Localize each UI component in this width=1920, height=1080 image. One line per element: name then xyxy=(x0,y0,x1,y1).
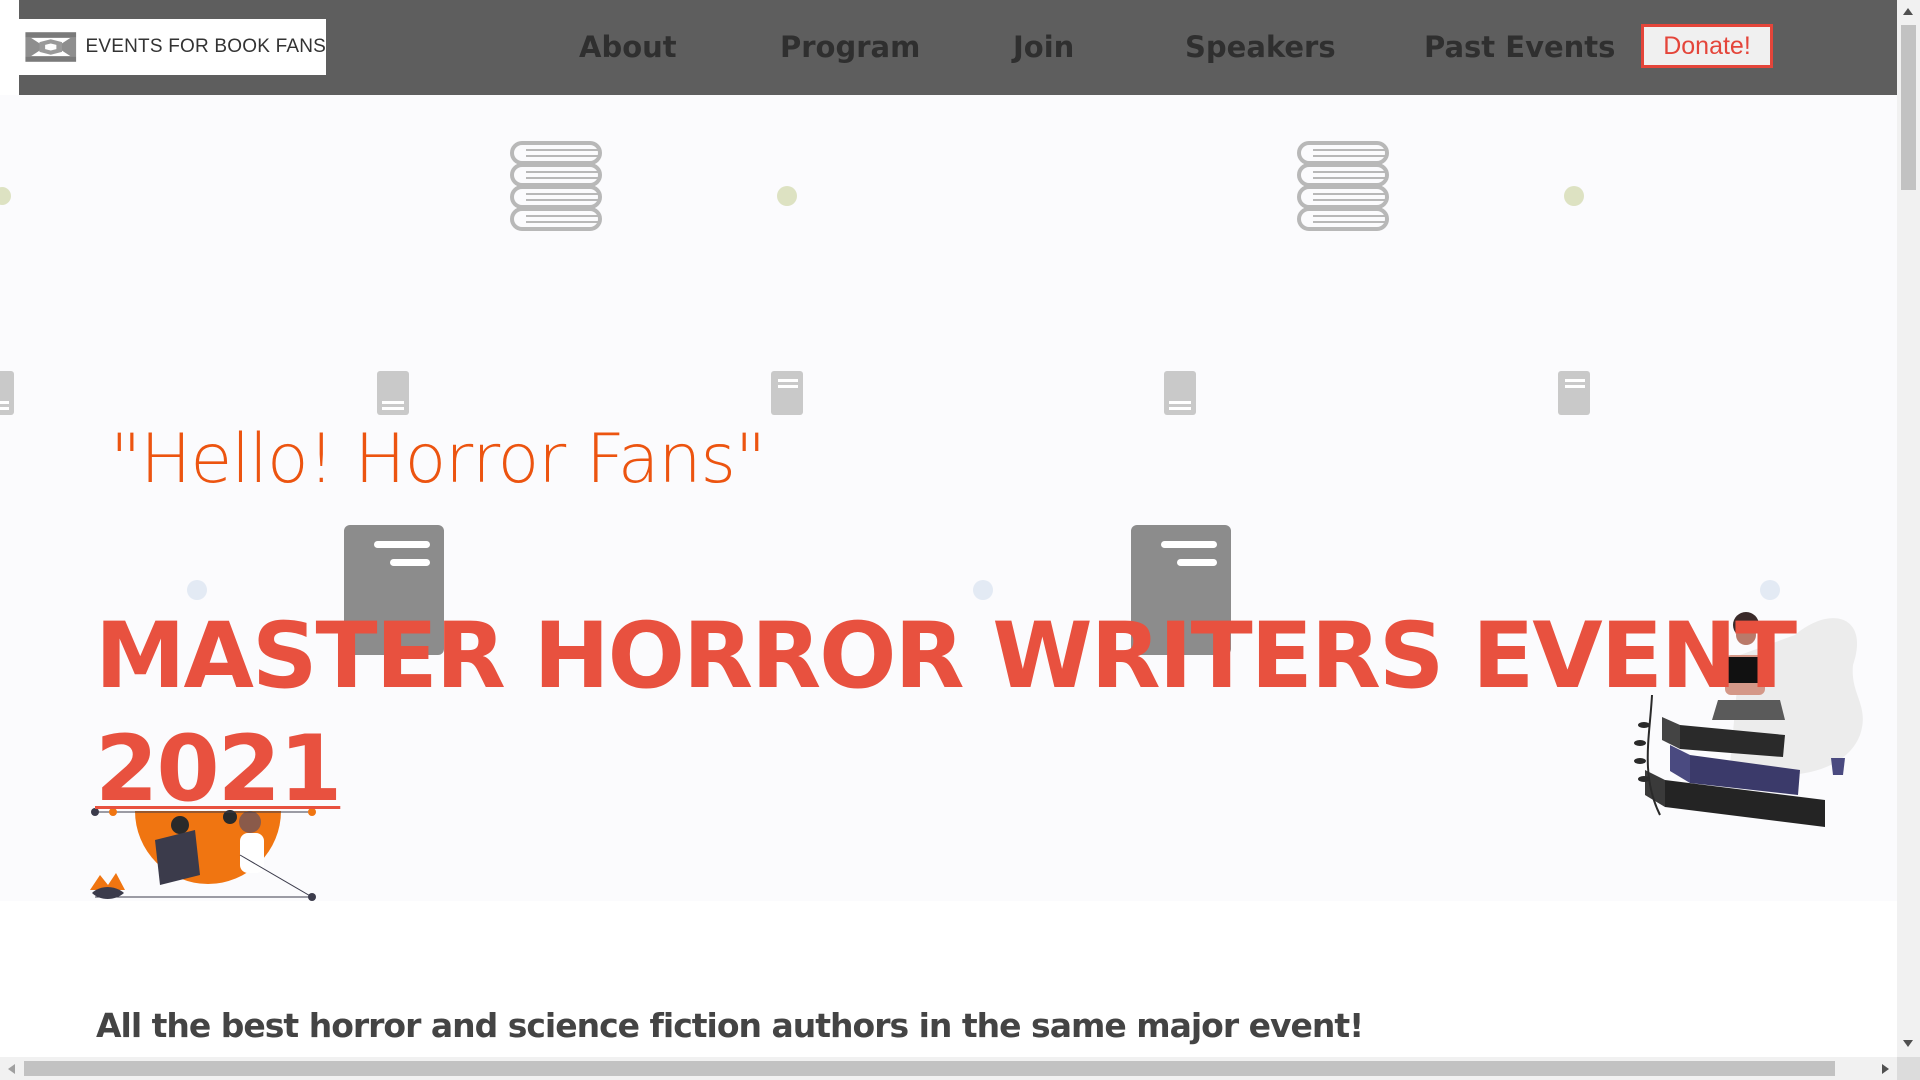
donate-button[interactable]: Donate! xyxy=(1641,24,1773,68)
main-nav: About Program Join Speakers Past Events xyxy=(19,0,1897,95)
nav-about[interactable]: About xyxy=(579,30,677,64)
dot-icon xyxy=(973,580,993,600)
nav-past-events[interactable]: Past Events xyxy=(1424,30,1615,64)
nav-program[interactable]: Program xyxy=(780,30,920,64)
book-icon xyxy=(1558,371,1590,415)
hero-subtitle: All the best horror and science fiction … xyxy=(96,1006,1364,1045)
dot-icon xyxy=(187,580,207,600)
book-icon xyxy=(0,371,14,415)
dot-icon xyxy=(777,186,797,206)
scroll-right-icon[interactable] xyxy=(1882,1064,1889,1074)
vertical-scroll-thumb[interactable] xyxy=(1901,25,1916,190)
book-stack-icon xyxy=(510,141,602,231)
dot-icon xyxy=(0,187,11,205)
dot-icon xyxy=(1760,580,1780,600)
nav-join[interactable]: Join xyxy=(1013,30,1074,64)
scroll-down-icon[interactable] xyxy=(1903,1040,1913,1047)
nav-speakers[interactable]: Speakers xyxy=(1185,30,1336,64)
book-icon xyxy=(377,371,409,415)
hero-headline: MASTER HORROR WRITERS EVENT 2021 xyxy=(95,600,1797,826)
scrollbar-corner xyxy=(1897,1057,1920,1080)
headline-line-2: 2021 xyxy=(95,717,342,822)
hero-greeting: "Hello! Horror Fans" xyxy=(110,420,766,499)
scroll-up-icon[interactable] xyxy=(1903,8,1913,15)
horizontal-scroll-thumb[interactable] xyxy=(24,1061,1835,1076)
page-viewport: EVENTS FOR BOOK FANS About Program Join … xyxy=(0,0,1897,1057)
book-icon xyxy=(1164,371,1196,415)
scroll-left-icon[interactable] xyxy=(8,1064,15,1074)
book-icon xyxy=(771,371,803,415)
headline-line-1: MASTER HORROR WRITERS EVENT xyxy=(95,604,1797,709)
hero-section: "Hello! Horror Fans" MASTER HORROR WRITE… xyxy=(0,95,1897,901)
dot-icon xyxy=(1564,186,1584,206)
vertical-scrollbar[interactable] xyxy=(1897,0,1920,1057)
horizontal-scrollbar[interactable] xyxy=(0,1057,1897,1080)
book-stack-icon xyxy=(1297,141,1389,231)
site-header: EVENTS FOR BOOK FANS About Program Join … xyxy=(19,0,1897,95)
